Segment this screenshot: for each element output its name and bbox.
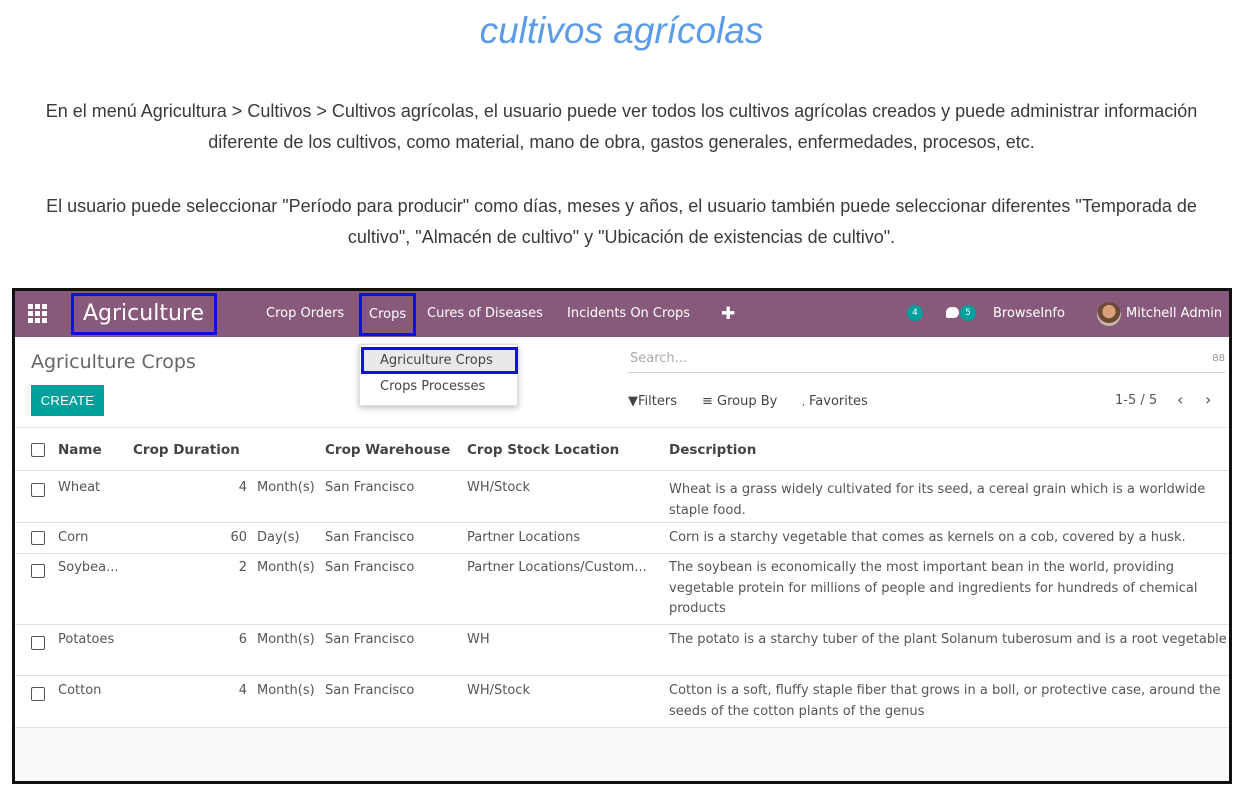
cell-warehouse: San Francisco (325, 683, 415, 698)
menu-cures-of-diseases[interactable]: Cures of Diseases (427, 291, 543, 337)
menu-incidents-on-crops[interactable]: Incidents On Crops (567, 291, 690, 337)
cell-duration: 4 (238, 480, 247, 495)
row-checkbox[interactable] (31, 687, 45, 701)
cell-warehouse: San Francisco (325, 632, 415, 647)
table-empty-area (15, 728, 1229, 781)
dropdown-item-crops-processes[interactable]: Crops Processes (360, 379, 517, 394)
cell-name: Potatoes (58, 632, 115, 647)
doc-paragraph-2: El usuario puede seleccionar "Período pa… (46, 196, 1197, 247)
cell-location: WH/Stock (467, 683, 530, 698)
cell-location: WH/Stock (467, 480, 530, 495)
pager-previous-icon[interactable]: ‹ (1177, 390, 1183, 409)
favorites-button[interactable]: , Favorites (802, 394, 868, 409)
pager-next-icon[interactable]: › (1205, 390, 1211, 409)
filter-icon: ▼ (628, 394, 638, 409)
cell-location: WH (467, 632, 490, 647)
cell-duration-unit: Month(s) (257, 683, 315, 698)
cell-description: Wheat is a grass widely cultivated for i… (669, 482, 1206, 518)
apps-grid-icon[interactable] (28, 304, 48, 324)
cell-warehouse: San Francisco (325, 480, 415, 495)
cell-warehouse: San Francisco (325, 530, 415, 545)
top-navbar: Agriculture Crop Orders Crops Cures of D… (15, 291, 1229, 337)
favorites-icon: , (802, 398, 805, 408)
search-placeholder: Search... (630, 351, 688, 366)
header-crop-stock-location[interactable]: Crop Stock Location (467, 442, 619, 458)
header-crop-warehouse[interactable]: Crop Warehouse (325, 442, 450, 458)
cell-duration-unit: Month(s) (257, 632, 315, 647)
row-checkbox[interactable] (31, 636, 45, 650)
cell-duration: 6 (238, 632, 247, 647)
group-by-button[interactable]: ≡ Group By (702, 394, 777, 409)
cell-description: Cotton is a soft, fluffy staple fiber th… (669, 683, 1221, 719)
create-button[interactable]: CREATE (31, 385, 104, 416)
row-checkbox[interactable] (31, 531, 45, 545)
cell-duration: 2 (238, 560, 247, 575)
cell-name: Corn (58, 530, 89, 545)
cell-name: Wheat (58, 480, 101, 495)
cell-duration-unit: Day(s) (257, 530, 300, 545)
menu-crop-orders[interactable]: Crop Orders (266, 291, 344, 337)
activity-badge[interactable]: 4 (907, 305, 923, 321)
page-title: Agriculture Crops (31, 351, 196, 373)
cell-name: Soybea... (58, 560, 119, 575)
app-screenshot: Agriculture Crop Orders Crops Cures of D… (12, 288, 1232, 784)
header-name[interactable]: Name (58, 442, 102, 458)
cell-duration-unit: Month(s) (257, 560, 315, 575)
table-row[interactable]: Soybea... 2 Month(s) San Francisco Partn… (15, 554, 1229, 625)
table-row[interactable]: Wheat 4 Month(s) San Francisco WH/Stock … (15, 471, 1229, 523)
cell-description: Corn is a starchy vegetable that comes a… (669, 530, 1186, 545)
chat-icon[interactable] (946, 307, 959, 318)
message-badge[interactable]: 5 (960, 305, 976, 321)
cell-duration: 60 (230, 530, 247, 545)
menu-crops[interactable]: Crops (359, 293, 416, 336)
table-row[interactable]: Corn 60 Day(s) San Francisco Partner Loc… (15, 523, 1229, 554)
group-by-icon: ≡ (702, 394, 713, 409)
cell-duration: 4 (238, 683, 247, 698)
filters-button[interactable]: ▼Filters (628, 394, 677, 409)
dropdown-item-agriculture-crops[interactable]: Agriculture Crops (361, 347, 518, 374)
table-header: Name Crop Duration Crop Warehouse Crop S… (15, 427, 1229, 471)
crops-dropdown: Agriculture Crops Crops Processes (359, 344, 518, 406)
user-menu[interactable]: Mitchell Admin (1126, 291, 1222, 337)
doc-title: cultivos agrícolas (479, 10, 764, 51)
cell-duration-unit: Month(s) (257, 480, 315, 495)
plus-icon[interactable]: ✚ (721, 304, 735, 324)
app-brand[interactable]: Agriculture (71, 293, 217, 335)
cell-warehouse: San Francisco (325, 560, 415, 575)
company-switcher[interactable]: BrowseInfo (993, 291, 1065, 337)
table-row[interactable]: Cotton 4 Month(s) San Francisco WH/Stock… (15, 676, 1229, 728)
avatar[interactable] (1097, 302, 1121, 326)
pager-value[interactable]: 1-5 / 5 (1115, 393, 1157, 408)
cell-description: The soybean is economically the most imp… (669, 560, 1198, 616)
cell-description: The potato is a starchy tuber of the pla… (669, 632, 1227, 647)
header-crop-duration[interactable]: Crop Duration (133, 442, 240, 458)
table-row[interactable]: Potatoes 6 Month(s) San Francisco WH The… (15, 625, 1229, 676)
select-all-checkbox[interactable] (31, 443, 45, 457)
cell-location: Partner Locations (467, 530, 581, 545)
search-input[interactable]: Search... 88 (628, 351, 1225, 373)
search-options-icon[interactable]: 88 (1212, 353, 1225, 364)
doc-paragraph-1: En el menú Agricultura > Cultivos > Cult… (45, 101, 1198, 152)
cell-name: Cotton (58, 683, 102, 698)
cell-location: Partner Locations/Custom... (467, 560, 647, 575)
row-checkbox[interactable] (31, 483, 45, 497)
row-checkbox[interactable] (31, 564, 45, 578)
header-description[interactable]: Description (669, 442, 756, 458)
